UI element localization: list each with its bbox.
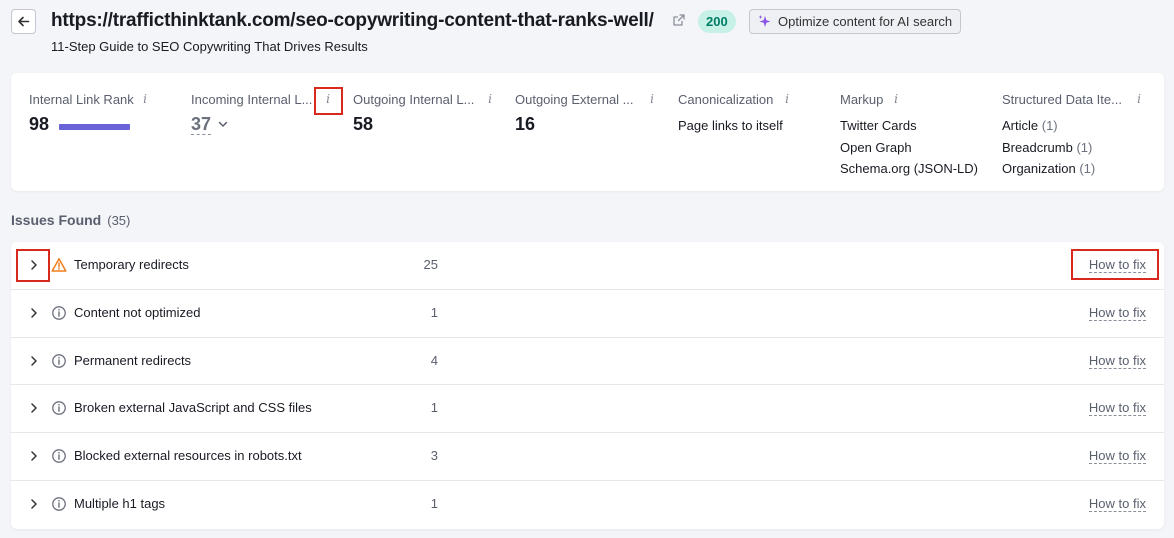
info-circle-icon [52,497,66,511]
issue-count[interactable]: 1 [391,305,438,320]
metric-outgoing-internal-links: Outgoing Internal L... 58 [353,92,474,135]
metric-label: Internal Link Rank [29,92,134,107]
metric-canonicalization: Canonicalization Page links to itself [678,92,783,137]
info-icon[interactable]: i [140,92,150,106]
chevron-right-icon[interactable] [28,450,40,462]
chevron-down-icon[interactable] [218,121,228,128]
metric-structured-data: Structured Data Ite... Article (1) Bread… [1002,92,1122,180]
how-to-fix-link[interactable]: How to fix [1088,448,1146,465]
item-name: Article [1002,118,1039,133]
list-item: Open Graph [840,139,912,155]
info-circle-icon [52,401,66,416]
info-icon[interactable]: i [485,92,495,106]
rank-bar [59,124,130,130]
info-circle-icon [52,449,66,464]
metric-value: 16 [515,114,536,134]
issues-title: Issues Found [11,212,102,228]
issue-name: Multiple h1 tags [74,495,166,511]
issue-row[interactable]: Blocked external resources in robots.txt… [11,433,1164,481]
issue-name: Temporary redirects [74,257,189,272]
info-icon[interactable]: i [782,92,792,106]
issues-count: (35) [107,213,131,228]
chevron-right-icon[interactable] [28,307,40,319]
chevron-right-icon[interactable] [28,498,40,510]
how-to-fix-link[interactable]: How to fix [1088,496,1146,512]
issue-count[interactable]: 3 [391,448,438,463]
info-circle-icon [52,353,66,368]
markup-list: Twitter Cards Open Graph Schema.org (JSO… [840,115,978,180]
highlight-box [1071,249,1159,280]
issue-name: Permanent redirects [74,352,192,368]
item-name: Organization [1002,161,1076,176]
structured-data-list: Article (1) Breadcrumb (1) Organization … [1002,115,1122,180]
highlight-box [16,249,50,282]
page-header: https://trafficthinktank.com/seo-copywri… [11,8,1163,58]
info-circle-icon [52,305,66,320]
issue-row[interactable]: Temporary redirects 25 How to fix [11,242,1164,290]
metric-label: Structured Data Ite... [1002,92,1122,107]
issue-row[interactable]: Broken external JavaScript and CSS files… [11,385,1164,434]
issue-name: Broken external JavaScript and CSS files [74,400,312,416]
issue-count[interactable]: 4 [391,353,438,368]
back-button[interactable] [11,9,36,34]
metrics-card: Internal Link Rank 98 i Incoming Interna… [11,73,1164,191]
item-count: (1) [1079,161,1096,176]
external-link-icon[interactable] [672,13,686,27]
page-subtitle: 11-Step Guide to SEO Copywriting That Dr… [51,39,368,54]
incoming-links-value[interactable]: 37 [191,114,212,135]
list-item: Article (1) [1002,115,1122,137]
issue-name: Blocked external resources in robots.txt [74,448,302,464]
page-url[interactable]: https://trafficthinktank.com/seo-copywri… [51,10,654,32]
issue-row[interactable]: Multiple h1 tags 1 How to fix [11,481,1164,529]
highlight-box [314,87,343,115]
metric-text: Page links to itself [678,118,783,133]
info-icon[interactable]: i [647,92,657,106]
chevron-right-icon[interactable] [28,355,40,367]
list-item: Breadcrumb (1) [1002,137,1122,159]
item-count: (1) [1041,118,1058,133]
issues-heading: Issues Found (35) [11,212,130,228]
list-item: Schema.org (JSON-LD) [840,161,978,176]
sparkle-icon [758,15,771,27]
issue-count[interactable]: 25 [391,257,438,272]
list-item: Twitter Cards [840,118,917,133]
list-item: Organization (1) [1002,158,1122,180]
metric-label: Canonicalization [678,92,774,107]
issue-count[interactable]: 1 [391,496,438,511]
issue-count[interactable]: 1 [391,400,438,415]
metric-label: Markup [840,92,884,107]
issue-row[interactable]: Content not optimized 1 How to fix [11,290,1164,338]
status-badge: 200 [698,10,736,33]
issue-row[interactable]: Permanent redirects 4 How to fix [11,338,1164,386]
metric-label: Outgoing External ... [515,92,634,107]
how-to-fix-link[interactable]: How to fix [1088,400,1146,417]
how-to-fix-link[interactable]: How to fix [1088,305,1146,321]
item-name: Breadcrumb [1002,139,1073,155]
metric-incoming-internal-links: Incoming Internal L... 37 [191,92,312,135]
metric-label: Incoming Internal L... [191,92,313,107]
item-count: (1) [1076,139,1093,155]
warning-icon [51,258,67,272]
optimize-ai-button-label: Optimize content for AI search [778,14,953,29]
how-to-fix-link[interactable]: How to fix [1088,353,1146,369]
arrow-left-icon [18,16,30,27]
chevron-right-icon[interactable] [28,402,40,414]
issue-name: Content not optimized [74,304,201,320]
issues-list: Temporary redirects 25 How to fix Conten… [11,242,1164,529]
metric-value: 58 [353,114,374,134]
metric-markup: Markup Twitter Cards Open Graph Schema.o… [840,92,978,180]
optimize-ai-button[interactable]: Optimize content for AI search [749,9,962,34]
metric-outgoing-external-links: Outgoing External ... 16 [515,92,634,135]
info-icon[interactable]: i [891,92,901,106]
metric-label: Outgoing Internal L... [353,92,475,107]
info-icon[interactable]: i [1134,92,1144,106]
